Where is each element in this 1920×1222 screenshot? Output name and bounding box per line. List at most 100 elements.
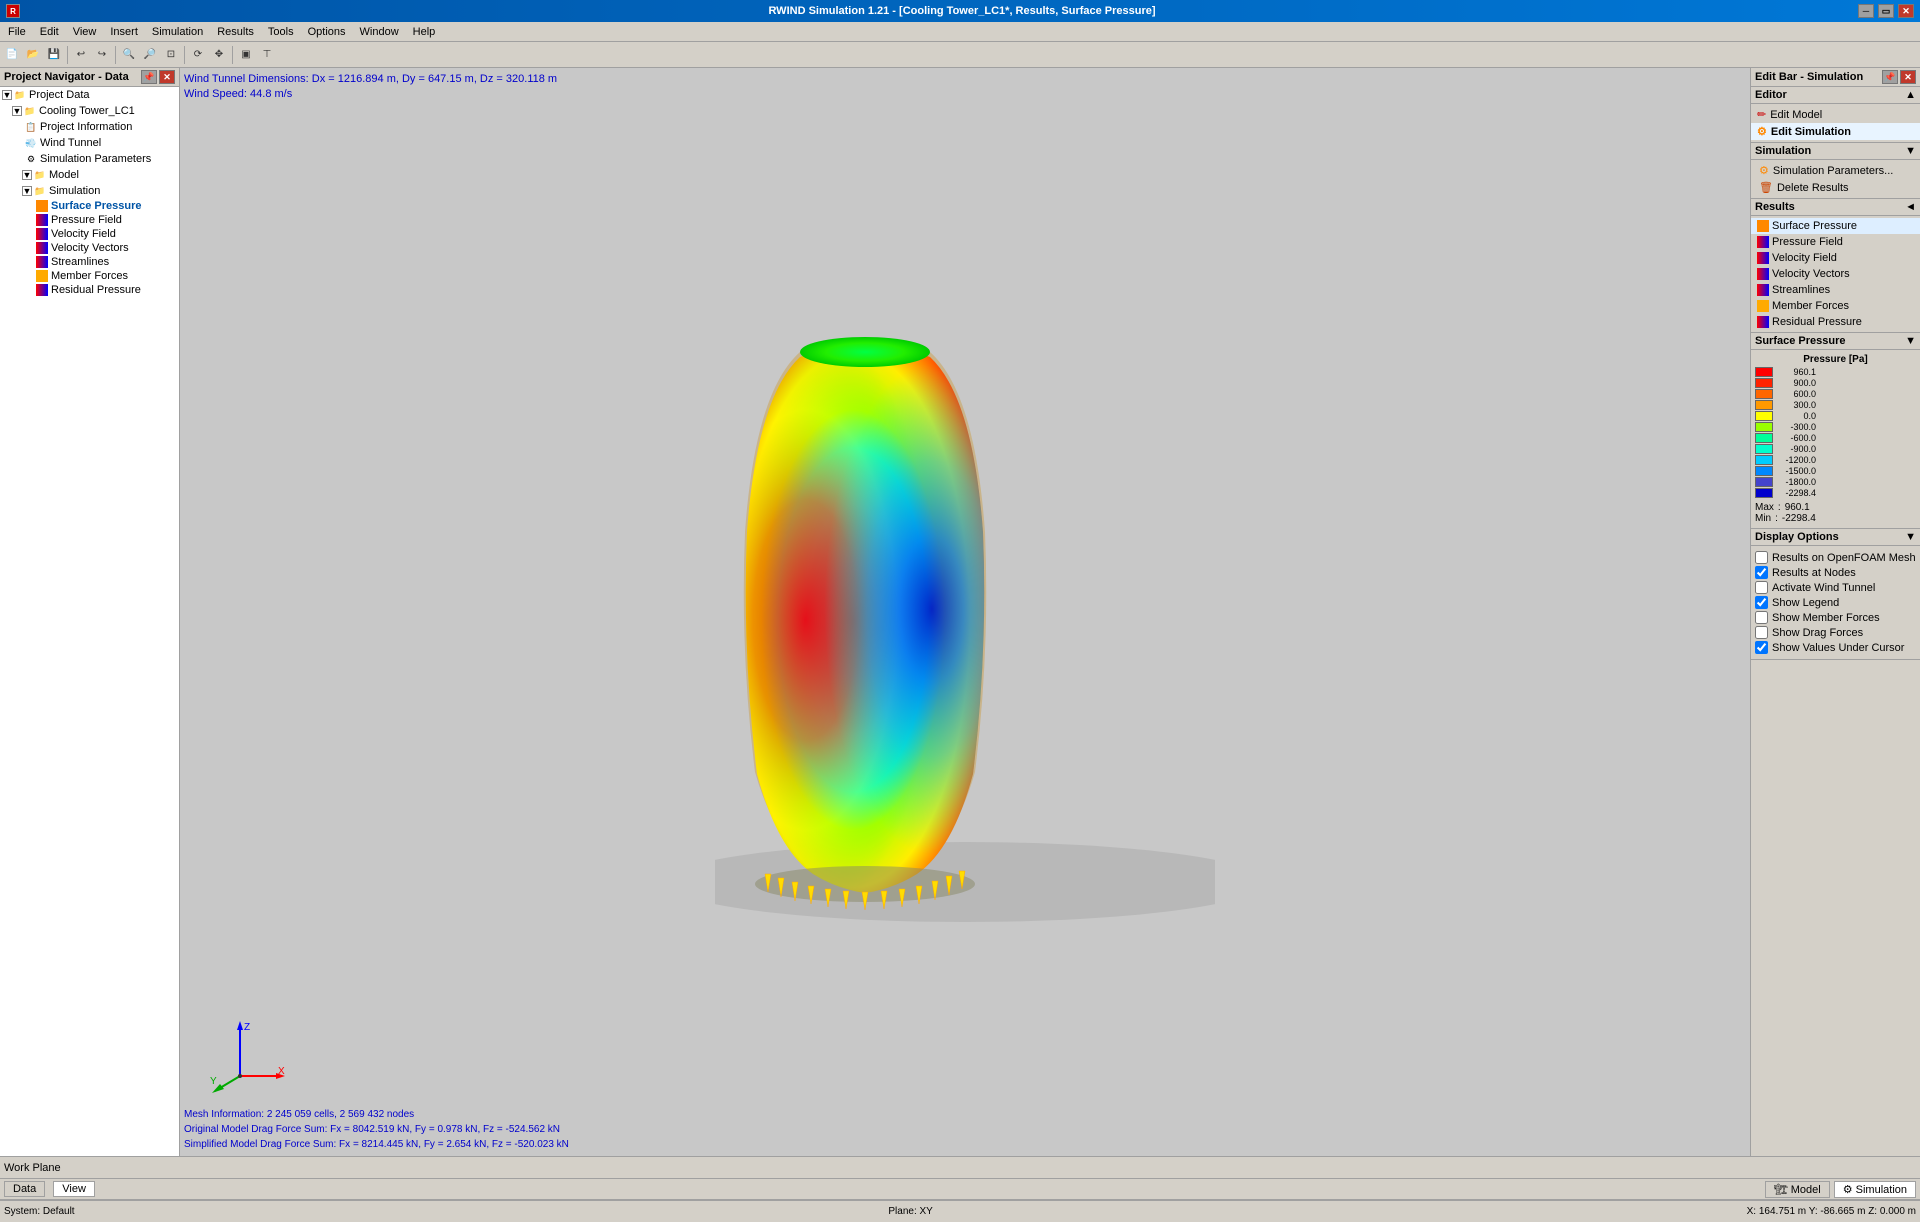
open-button[interactable]: 📂 bbox=[23, 45, 43, 65]
restore-button[interactable]: ▭ bbox=[1878, 4, 1894, 18]
legend-bar-1: 900.0 bbox=[1755, 378, 1916, 388]
redo-button[interactable]: ↪ bbox=[92, 45, 112, 65]
simulation-tab-label: Simulation bbox=[1856, 1184, 1907, 1196]
legend-bar-7: -900.0 bbox=[1755, 444, 1916, 454]
tree-cooling-tower[interactable]: ▼ 📁 Cooling Tower_LC1 bbox=[0, 103, 179, 119]
tree-project-data[interactable]: ▼ 📁 Project Data bbox=[0, 87, 179, 103]
edit-simulation-button[interactable]: ⚙ Edit Simulation bbox=[1751, 123, 1920, 140]
menu-item-file[interactable]: File bbox=[2, 25, 32, 39]
tree-model[interactable]: ▼ 📁 Model bbox=[0, 167, 179, 183]
legend-color-0 bbox=[1755, 367, 1773, 377]
rotate-button[interactable]: ⟳ bbox=[188, 45, 208, 65]
result-pressure-field[interactable]: Pressure Field bbox=[1751, 234, 1920, 250]
edit-model-button[interactable]: ✏ Edit Model bbox=[1751, 106, 1920, 123]
tower-svg bbox=[715, 252, 1215, 972]
close-button[interactable]: ✕ bbox=[1898, 4, 1914, 18]
residual-pressure-result-icon bbox=[1757, 316, 1769, 328]
tree-project-information[interactable]: 📋 Project Information bbox=[0, 119, 179, 135]
tree-velocity-field[interactable]: Velocity Field bbox=[0, 227, 179, 241]
menu-item-window[interactable]: Window bbox=[354, 25, 405, 39]
right-panel-pin[interactable]: 📌 bbox=[1882, 70, 1898, 84]
expand-cooling-tower[interactable]: ▼ bbox=[12, 106, 22, 116]
z-label: Z bbox=[244, 1022, 250, 1033]
window-controls[interactable]: ─ ▭ ✕ bbox=[1858, 4, 1914, 18]
menu-item-edit[interactable]: Edit bbox=[34, 25, 65, 39]
tree-velocity-vectors[interactable]: Velocity Vectors bbox=[0, 241, 179, 255]
results-nodes-checkbox[interactable] bbox=[1755, 566, 1768, 579]
results-section-header[interactable]: Results ◄ bbox=[1751, 199, 1920, 216]
tree-wind-tunnel[interactable]: 💨 Wind Tunnel bbox=[0, 135, 179, 151]
menu-item-simulation[interactable]: Simulation bbox=[146, 25, 209, 39]
view-3d-button[interactable]: ▣ bbox=[236, 45, 256, 65]
model-tab[interactable]: 🏗 Model bbox=[1765, 1181, 1830, 1198]
toolbar-sep-2 bbox=[115, 46, 116, 64]
result-velocity-field[interactable]: Velocity Field bbox=[1751, 250, 1920, 266]
zoom-out-button[interactable]: 🔎 bbox=[140, 45, 160, 65]
toolbar-sep-4 bbox=[232, 46, 233, 64]
openfoam-mesh-checkbox[interactable] bbox=[1755, 551, 1768, 564]
simulation-tab[interactable]: ⚙ Simulation bbox=[1834, 1181, 1916, 1198]
result-velocity-vectors[interactable]: Velocity Vectors bbox=[1751, 266, 1920, 282]
result-streamlines[interactable]: Streamlines bbox=[1751, 282, 1920, 298]
display-options-header[interactable]: Display Options ▼ bbox=[1751, 529, 1920, 546]
left-panel-close[interactable]: ✕ bbox=[159, 70, 175, 84]
legend-bar-0: 960.1 bbox=[1755, 367, 1916, 377]
menu-item-view[interactable]: View bbox=[67, 25, 103, 39]
checkbox-show-legend: Show Legend bbox=[1755, 595, 1916, 610]
view-tab[interactable]: View bbox=[53, 1181, 95, 1197]
menu-item-help[interactable]: Help bbox=[407, 25, 442, 39]
result-surface-pressure[interactable]: Surface Pressure bbox=[1751, 218, 1920, 234]
tree-member-forces[interactable]: Member Forces bbox=[0, 269, 179, 283]
expand-simulation[interactable]: ▼ bbox=[22, 186, 32, 196]
zoom-in-button[interactable]: 🔍 bbox=[119, 45, 139, 65]
right-panel-close[interactable]: ✕ bbox=[1900, 70, 1916, 84]
expand-model[interactable]: ▼ bbox=[22, 170, 32, 180]
menu-item-results[interactable]: Results bbox=[211, 25, 260, 39]
new-button[interactable]: 📄 bbox=[2, 45, 22, 65]
editor-section-header[interactable]: Editor ▲ bbox=[1751, 87, 1920, 104]
legend-color-4 bbox=[1755, 411, 1773, 421]
left-panel-header: Project Navigator - Data 📌 ✕ bbox=[0, 68, 179, 87]
project-info-icon: 📋 bbox=[24, 120, 38, 134]
right-panel: Edit Bar - Simulation 📌 ✕ Editor ▲ ✏ Edi… bbox=[1750, 68, 1920, 1156]
left-panel-pin[interactable]: 📌 bbox=[141, 70, 157, 84]
surface-pressure-legend-header[interactable]: Surface Pressure ▼ bbox=[1751, 333, 1920, 350]
simulation-section-header[interactable]: Simulation ▼ bbox=[1751, 143, 1920, 160]
undo-button[interactable]: ↩ bbox=[71, 45, 91, 65]
tree-streamlines[interactable]: Streamlines bbox=[0, 255, 179, 269]
menu-item-options[interactable]: Options bbox=[302, 25, 352, 39]
menu-item-tools[interactable]: Tools bbox=[262, 25, 300, 39]
member-forces-checkbox[interactable] bbox=[1755, 611, 1768, 624]
legend-value-0: 960.1 bbox=[1776, 367, 1816, 377]
tree-residual-pressure[interactable]: Residual Pressure bbox=[0, 283, 179, 297]
show-legend-checkbox[interactable] bbox=[1755, 596, 1768, 609]
x-label: X bbox=[278, 1066, 285, 1077]
data-tab[interactable]: Data bbox=[4, 1181, 45, 1197]
drag-forces-checkbox[interactable] bbox=[1755, 626, 1768, 639]
minimize-button[interactable]: ─ bbox=[1858, 4, 1874, 18]
results-expand-icon: ◄ bbox=[1905, 201, 1916, 213]
legend-section: Pressure [Pa] 960.1 900.0 600.0 300.0 bbox=[1751, 350, 1920, 528]
tree-simulation[interactable]: ▼ 📁 Simulation bbox=[0, 183, 179, 199]
tree-simulation-params[interactable]: ⚙ Simulation Parameters bbox=[0, 151, 179, 167]
viewport[interactable]: Wind Tunnel Dimensions: Dx = 1216.894 m,… bbox=[180, 68, 1750, 1156]
zoom-fit-button[interactable]: ⊡ bbox=[161, 45, 181, 65]
view-top-button[interactable]: ⊤ bbox=[257, 45, 277, 65]
bottom-line3: Simplified Model Drag Force Sum: Fx = 82… bbox=[184, 1137, 569, 1152]
model-tab-icon: 🏗 bbox=[1774, 1184, 1788, 1196]
tree-surface-pressure[interactable]: Surface Pressure bbox=[0, 199, 179, 213]
legend-value-11: -2298.4 bbox=[1776, 488, 1816, 498]
status-coords: X: 164.751 m Y: -86.665 m Z: 0.000 m bbox=[1747, 1206, 1916, 1217]
wind-tunnel-checkbox[interactable] bbox=[1755, 581, 1768, 594]
pan-button[interactable]: ✥ bbox=[209, 45, 229, 65]
delete-results-icon: 🗑 bbox=[1759, 181, 1773, 194]
save-button[interactable]: 💾 bbox=[44, 45, 64, 65]
values-cursor-checkbox[interactable] bbox=[1755, 641, 1768, 654]
menu-item-insert[interactable]: Insert bbox=[104, 25, 144, 39]
sim-params-button[interactable]: ⚙ Simulation Parameters... bbox=[1751, 162, 1920, 179]
result-member-forces[interactable]: Member Forces bbox=[1751, 298, 1920, 314]
expand-project-data[interactable]: ▼ bbox=[2, 90, 12, 100]
delete-results-button[interactable]: 🗑 Delete Results bbox=[1751, 179, 1920, 196]
tree-pressure-field[interactable]: Pressure Field bbox=[0, 213, 179, 227]
result-residual-pressure[interactable]: Residual Pressure bbox=[1751, 314, 1920, 330]
